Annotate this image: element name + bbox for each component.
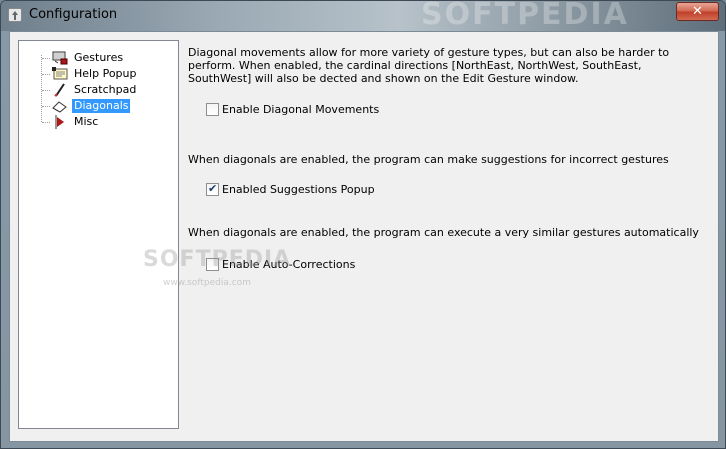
gestures-icon (52, 51, 68, 65)
tree-item-misc[interactable]: Misc (33, 114, 100, 130)
tree-item-help-popup[interactable]: Help Popup (33, 66, 138, 82)
close-icon: ✕ (692, 4, 703, 19)
autocorrect-description: When diagonals are enabled, the program … (188, 226, 699, 239)
tree-item-label: Gestures (74, 51, 124, 64)
watermark-logo: SOFTPEDIA (143, 247, 292, 272)
suggestions-popup-label[interactable]: Enabled Suggestions Popup (222, 183, 375, 196)
client-area: Gestures Help Popup Scratchpad Diagonals… (9, 31, 719, 442)
tree-item-label: Help Popup (74, 67, 137, 80)
diagonal-movements-label[interactable]: Enable Diagonal Movements (222, 103, 379, 116)
tree-item-diagonals[interactable]: Diagonals (33, 98, 131, 114)
tree-item-label: Scratchpad (74, 83, 137, 96)
suggestions-popup-checkbox[interactable] (206, 182, 219, 196)
tree-item-scratchpad[interactable]: Scratchpad (33, 82, 138, 98)
suggestions-popup-row[interactable]: Enabled Suggestions Popup (206, 182, 375, 196)
close-button[interactable]: ✕ (676, 2, 719, 21)
tree-item-gestures[interactable]: Gestures (33, 50, 125, 66)
tree-item-label: Diagonals (72, 99, 131, 113)
app-icon[interactable] (8, 8, 22, 22)
watermark-url: www.softpedia.com (163, 278, 251, 288)
title-bar[interactable]: SOFTPEDIA Configuration ✕ (1, 0, 725, 32)
tree-item-label: Misc (74, 115, 99, 128)
misc-icon (52, 115, 68, 129)
suggestions-description: When diagonals are enabled, the program … (188, 153, 669, 166)
settings-tree[interactable]: Gestures Help Popup Scratchpad Diagonals… (18, 40, 179, 429)
diagonal-movements-row[interactable]: Enable Diagonal Movements (206, 103, 379, 116)
diagonals-description: Diagonal movements allow for more variet… (188, 46, 670, 85)
scratchpad-icon (52, 83, 68, 97)
watermark-logo-top: SOFTPEDIA (421, 0, 629, 32)
window-title: Configuration (29, 7, 118, 22)
diagonal-movements-checkbox[interactable] (206, 103, 219, 116)
configuration-window: SOFTPEDIA Configuration ✕ Gestures Help … (0, 0, 726, 449)
diagonals-icon (52, 99, 68, 113)
help-popup-icon (52, 67, 68, 81)
